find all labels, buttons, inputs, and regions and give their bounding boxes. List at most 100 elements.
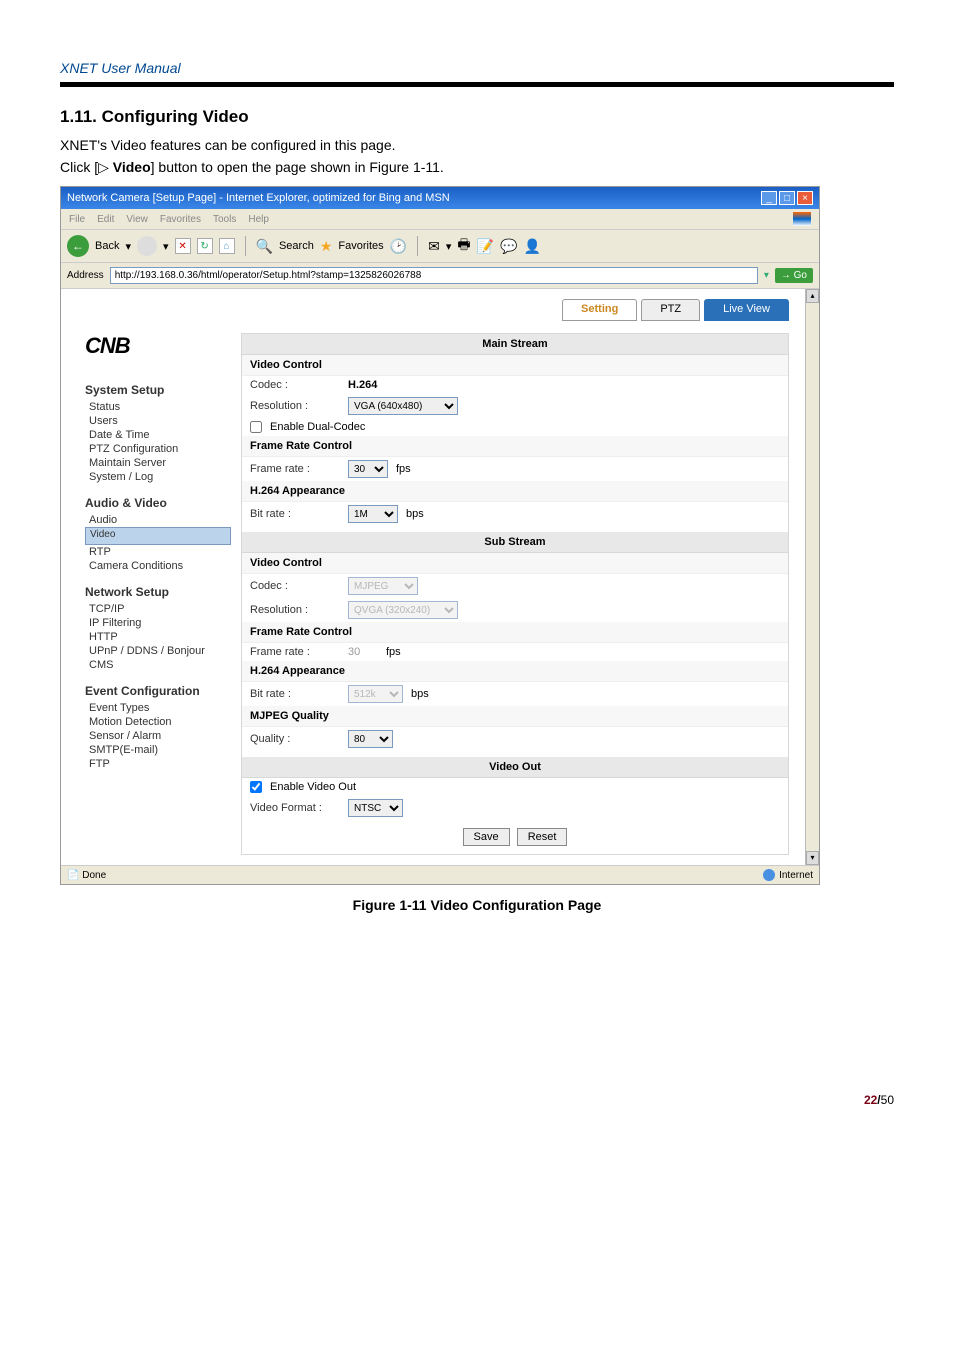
label-fps1: fps <box>396 463 411 475</box>
select-resolution2: QVGA (320x240) <box>348 601 458 619</box>
select-quality[interactable]: 80 <box>348 730 393 748</box>
reset-button[interactable]: Reset <box>517 828 568 846</box>
sidebar-item-cms[interactable]: CMS <box>85 658 231 672</box>
sidebar-item-ipfilter[interactable]: IP Filtering <box>85 616 231 630</box>
ie-menu-bar[interactable]: File Edit View Favorites Tools Help <box>61 209 819 230</box>
menu-edit[interactable]: Edit <box>97 214 114 225</box>
select-resolution1[interactable]: VGA (640x480) <box>348 397 458 415</box>
label-resolution1: Resolution : <box>250 400 340 412</box>
sidebar-item-systemlog[interactable]: System / Log <box>85 470 231 484</box>
menu-favorites[interactable]: Favorites <box>160 214 201 225</box>
minimize-button[interactable]: _ <box>761 191 777 205</box>
maximize-button[interactable]: □ <box>779 191 795 205</box>
tab-live[interactable]: Live View <box>704 299 789 321</box>
go-button[interactable]: → Go <box>775 268 813 283</box>
heading-h264-2: H.264 Appearance <box>242 661 788 682</box>
top-tabs: Setting PTZ Live View <box>562 299 789 321</box>
address-label: Address <box>67 270 104 281</box>
sidebar-group-network: Network Setup <box>85 585 231 599</box>
scroll-down-icon[interactable]: ▾ <box>806 851 819 865</box>
sidebar-item-video[interactable]: Video <box>85 527 231 545</box>
value-codec1: H.264 <box>348 379 377 391</box>
favorites-icon[interactable]: ★ <box>320 238 333 255</box>
value-framerate2: 30 <box>348 646 378 658</box>
label-resolution2: Resolution : <box>250 604 340 616</box>
label-dualcodec: Enable Dual-Codec <box>270 421 365 433</box>
sidebar-item-users[interactable]: Users <box>85 414 231 428</box>
intro-pre: Click [▷ <box>60 159 113 175</box>
menu-view[interactable]: View <box>126 214 148 225</box>
main-content: Main Stream Video Control Codec :H.264 R… <box>241 289 819 865</box>
intro-post: ] button to open the page shown in Figur… <box>151 159 444 175</box>
sidebar-group-event: Event Configuration <box>85 684 231 698</box>
ie-flag-icon <box>793 212 811 226</box>
label-codec2: Codec : <box>250 580 340 592</box>
figure-caption: Figure 1-11 Video Configuration Page <box>60 897 894 913</box>
select-bitrate1[interactable]: 1M <box>348 505 398 523</box>
sidebar-item-eventtypes[interactable]: Event Types <box>85 701 231 715</box>
ie-address-bar: Address ▾ → Go <box>61 263 819 289</box>
label-codec1: Codec : <box>250 379 340 391</box>
sidebar-item-maintain[interactable]: Maintain Server <box>85 456 231 470</box>
page-total: 50 <box>881 1093 894 1107</box>
refresh-button[interactable]: ↻ <box>197 238 213 254</box>
label-videoout: Enable Video Out <box>270 781 356 793</box>
checkbox-videoout[interactable] <box>250 781 262 793</box>
stop-button[interactable]: ✕ <box>175 238 191 254</box>
page-current: 22 <box>864 1093 877 1107</box>
sidebar-item-rtp[interactable]: RTP <box>85 545 231 559</box>
print-icon[interactable]: 🖶 <box>457 234 470 258</box>
heading-h264-1: H.264 Appearance <box>242 481 788 502</box>
sidebar-item-http[interactable]: HTTP <box>85 630 231 644</box>
close-button[interactable]: × <box>797 191 813 205</box>
edit-icon[interactable]: 📝 <box>477 238 494 255</box>
scrollbar[interactable]: ▴ ▾ <box>805 289 819 865</box>
sidebar-item-ftp[interactable]: FTP <box>85 757 231 771</box>
sidebar: CNB System Setup Status Users Date & Tim… <box>61 289 241 865</box>
go-dropdown-icon[interactable]: ▾ <box>764 270 769 281</box>
label-fps2: fps <box>386 646 401 658</box>
mail-icon[interactable]: ✉ <box>428 238 440 255</box>
address-input[interactable] <box>110 267 758 284</box>
checkbox-dualcodec[interactable] <box>250 421 262 433</box>
tab-ptz[interactable]: PTZ <box>641 299 700 321</box>
sidebar-item-camera[interactable]: Camera Conditions <box>85 559 231 573</box>
intro-text-2: Click [▷ Video] button to open the page … <box>60 159 894 176</box>
window-buttons: _ □ × <box>761 191 813 205</box>
sidebar-item-tcpip[interactable]: TCP/IP <box>85 602 231 616</box>
sidebar-item-ptzconfig[interactable]: PTZ Configuration <box>85 442 231 456</box>
menu-tools[interactable]: Tools <box>213 214 236 225</box>
menu-help[interactable]: Help <box>248 214 269 225</box>
sidebar-item-motion[interactable]: Motion Detection <box>85 715 231 729</box>
back-button[interactable]: ← <box>67 235 89 257</box>
forward-button[interactable] <box>137 236 157 256</box>
home-button[interactable]: ⌂ <box>219 238 235 254</box>
sidebar-item-sensor[interactable]: Sensor / Alarm <box>85 729 231 743</box>
messenger-icon[interactable]: 👤 <box>523 238 540 255</box>
sidebar-item-status[interactable]: Status <box>85 400 231 414</box>
search-label: Search <box>279 240 314 252</box>
screenshot: Network Camera [Setup Page] - Internet E… <box>60 186 820 885</box>
doc-header: XNET User Manual <box>60 60 894 76</box>
window-titlebar: Network Camera [Setup Page] - Internet E… <box>61 187 819 209</box>
scroll-up-icon[interactable]: ▴ <box>806 289 819 303</box>
label-framerate1: Frame rate : <box>250 463 340 475</box>
save-button[interactable]: Save <box>463 828 510 846</box>
go-label: Go <box>794 270 807 281</box>
search-icon[interactable]: 🔍 <box>256 238 273 255</box>
label-bitrate2: Bit rate : <box>250 688 340 700</box>
intro-bold: Video <box>113 159 151 175</box>
sidebar-item-audio[interactable]: Audio <box>85 513 231 527</box>
sidebar-item-smtp[interactable]: SMTP(E-mail) <box>85 743 231 757</box>
sidebar-item-upnp[interactable]: UPnP / DDNS / Bonjour <box>85 644 231 658</box>
select-videoformat[interactable]: NTSC <box>348 799 403 817</box>
label-bps1: bps <box>406 508 424 520</box>
select-framerate1[interactable]: 30 <box>348 460 388 478</box>
history-icon[interactable]: 🕑 <box>390 238 407 255</box>
button-row: Save Reset <box>242 820 788 854</box>
tab-setting[interactable]: Setting <box>562 299 637 321</box>
menu-file[interactable]: File <box>69 214 85 225</box>
discuss-icon[interactable]: 💬 <box>500 238 517 255</box>
settings-panel: Main Stream Video Control Codec :H.264 R… <box>241 333 789 855</box>
sidebar-item-datetime[interactable]: Date & Time <box>85 428 231 442</box>
